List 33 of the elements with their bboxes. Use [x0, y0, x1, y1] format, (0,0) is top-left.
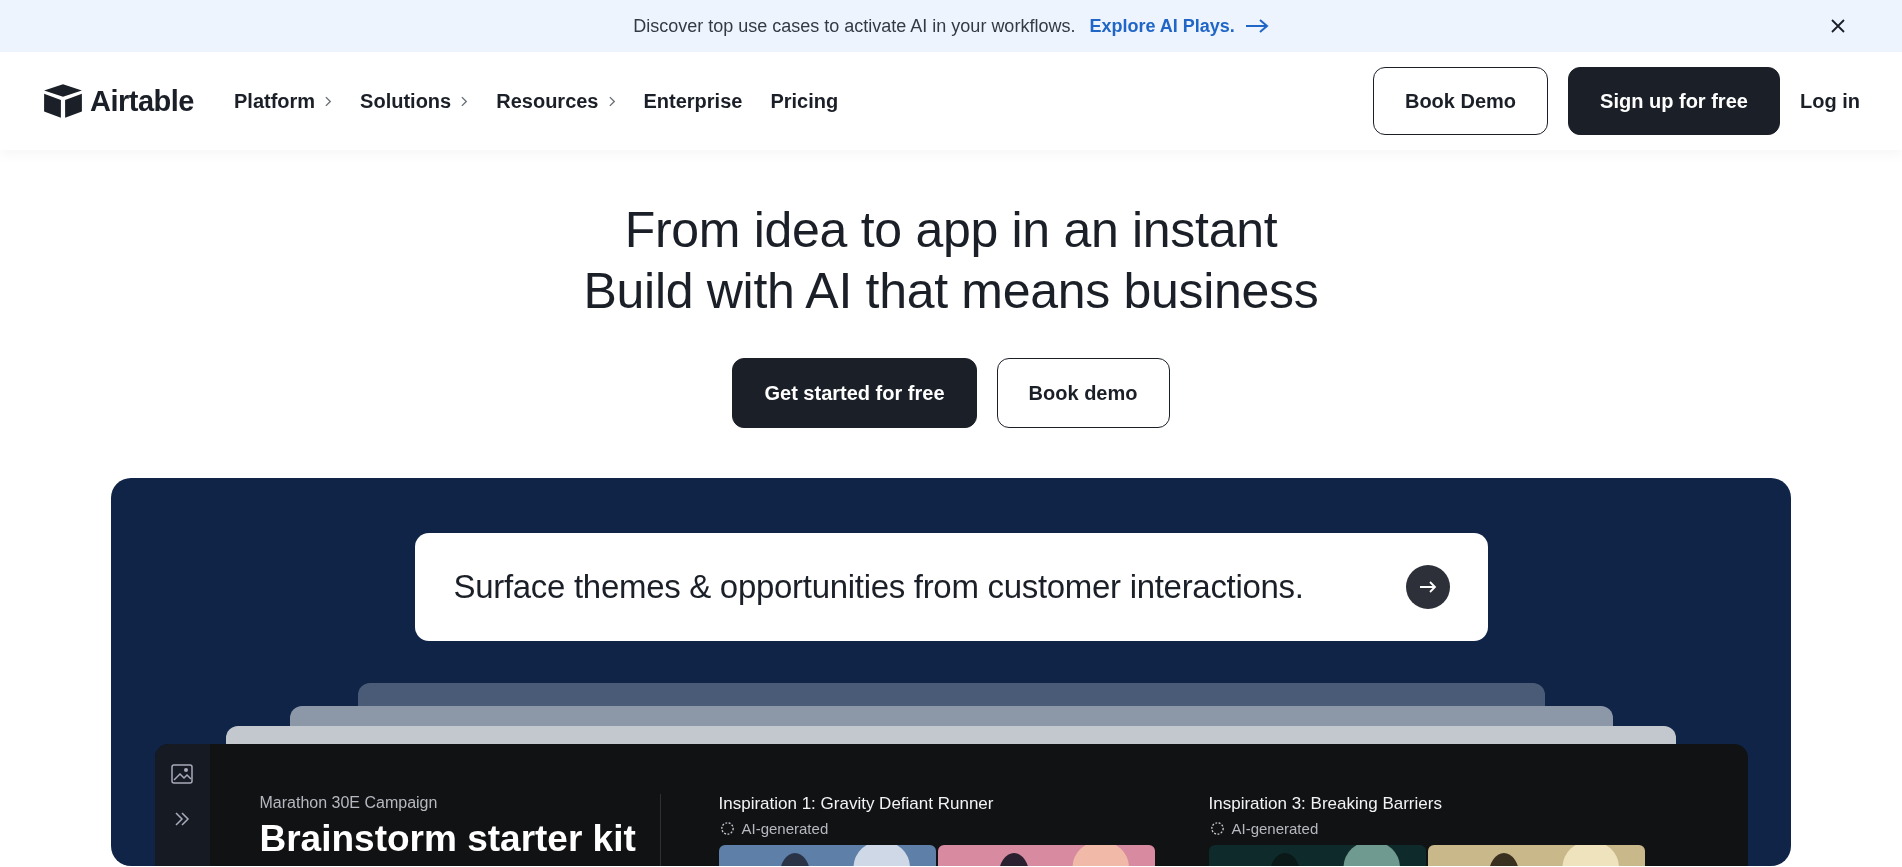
campaign-label: Marathon 30E Campaign [259, 794, 439, 812]
logo-text[interactable]: Airtable [90, 84, 194, 118]
banner-text: Discover top use cases to activate AI in your workflows. [633, 15, 1076, 37]
sparkle-icon [1208, 820, 1226, 837]
prompt-text: Surface themes & opportunities from customer interactions. [453, 568, 1304, 606]
demo-button[interactable]: Book Demo [1373, 67, 1548, 135]
nav-link[interactable]: Enterprise [643, 89, 743, 113]
login-link[interactable]: Log in [1800, 67, 1860, 135]
arrow-icon [1244, 19, 1269, 33]
signup-button[interactable]: Sign up for free [1568, 67, 1780, 135]
chevron-icon[interactable] [461, 95, 469, 107]
sparkle-icon [718, 820, 736, 837]
headline: Build with AI that means business [583, 262, 1319, 321]
image-icon[interactable] [171, 764, 193, 784]
nav-link[interactable]: Pricing [770, 89, 839, 113]
chevron-icon[interactable] [325, 95, 333, 107]
nav-link[interactable]: Platform [234, 89, 316, 113]
double-chevron-icon[interactable] [174, 812, 190, 826]
nav-link[interactable]: Resources [496, 89, 599, 113]
ai-generated-label: AI-generated [741, 820, 829, 837]
nav-link[interactable]: Solutions [360, 89, 452, 113]
ai-generated-label: AI-generated [1231, 820, 1319, 837]
logo-icon[interactable] [42, 83, 84, 119]
explore-link[interactable]: Explore AI Plays. [1089, 15, 1235, 37]
demo-button[interactable]: Book demo [996, 358, 1170, 428]
headline: From idea to app in an instant [624, 201, 1278, 260]
inspiration-title: Inspiration 1: Gravity Defiant Runner [718, 794, 995, 814]
kit-title: Brainstorm starter kit [259, 818, 637, 860]
close-icon[interactable] [1830, 18, 1846, 34]
signup-button[interactable]: Get started for free [732, 358, 977, 428]
inspiration-title: Inspiration 3: Breaking Barriers [1208, 794, 1443, 814]
arrow-button[interactable] [1405, 565, 1450, 609]
chevron-icon[interactable] [608, 95, 616, 107]
